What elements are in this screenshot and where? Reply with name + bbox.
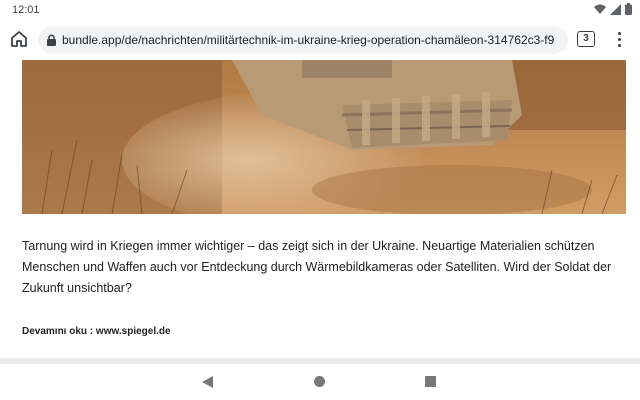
address-bar[interactable]: bundle.app/de/nachrichten/militärtechnik… xyxy=(38,26,568,54)
home-nav-icon[interactable] xyxy=(314,376,325,387)
browser-toolbar: bundle.app/de/nachrichten/militärtechnik… xyxy=(0,20,640,60)
recent-apps-icon[interactable] xyxy=(425,376,436,387)
status-time: 12:01 xyxy=(12,4,40,16)
read-more-link[interactable]: www.spiegel.de xyxy=(96,326,171,337)
page-content: Tarnung wird in Kriegen immer wichtiger … xyxy=(0,60,640,358)
status-bar: 12:01 xyxy=(0,0,640,20)
read-more-line: Devamını oku : www.spiegel.de xyxy=(22,326,171,337)
more-menu-icon[interactable] xyxy=(612,30,626,50)
tab-switcher-button[interactable]: 3 xyxy=(577,31,595,47)
status-icons xyxy=(594,3,632,15)
url-text[interactable]: bundle.app/de/nachrichten/militärtechnik… xyxy=(62,33,562,47)
read-more-label: Devamını oku : xyxy=(22,326,94,337)
back-icon[interactable] xyxy=(202,376,213,388)
lock-icon xyxy=(47,34,56,46)
home-button[interactable] xyxy=(8,28,30,50)
battery-icon xyxy=(625,3,632,15)
wifi-icon xyxy=(594,4,606,14)
tank-photo xyxy=(22,60,626,214)
article-paragraph: Tarnung wird in Kriegen immer wichtiger … xyxy=(22,239,612,295)
home-icon xyxy=(11,31,27,47)
signal-icon xyxy=(610,3,621,15)
system-nav-bar xyxy=(0,364,640,400)
hero-image xyxy=(22,60,626,214)
